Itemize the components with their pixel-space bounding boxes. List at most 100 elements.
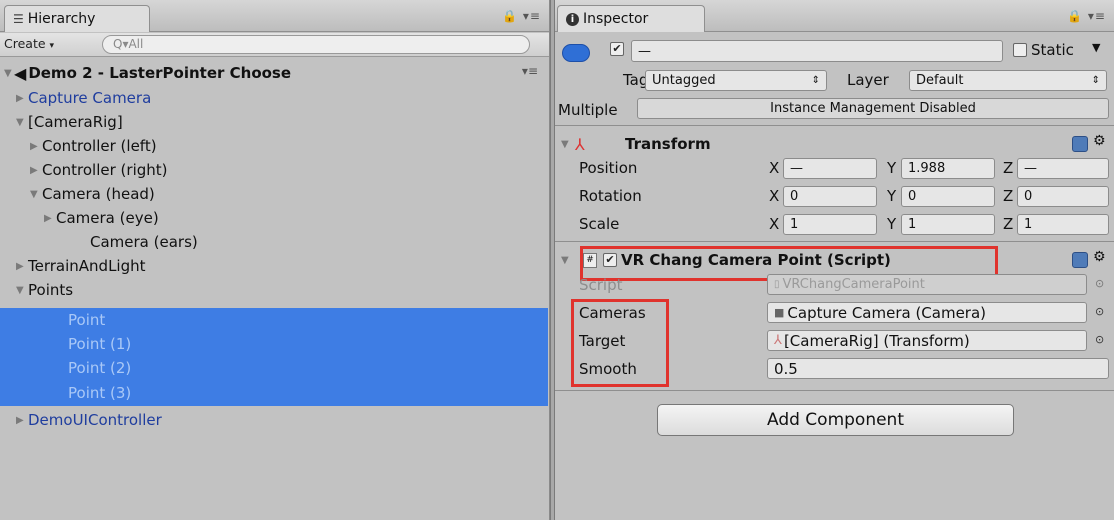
scale-label: Scale	[579, 215, 620, 233]
gear-icon[interactable]: ⚙	[1093, 133, 1106, 149]
object-picker-icon[interactable]: ⊙	[1095, 277, 1104, 290]
hierarchy-item-point-2[interactable]: Point (2)	[0, 356, 548, 380]
tag-dropdown[interactable]: Untagged ⇕	[645, 70, 827, 91]
hierarchy-item-point[interactable]: Point	[0, 308, 548, 332]
axis-x-label: X	[769, 187, 780, 205]
position-x-field[interactable]: —	[783, 158, 877, 179]
layer-dropdown[interactable]: Default ⇕	[909, 70, 1107, 91]
expand-arrow-icon[interactable]: ▶	[30, 165, 42, 176]
hierarchy-tab[interactable]: ☰ Hierarchy	[4, 5, 150, 32]
expand-arrow-icon[interactable]: ▼	[561, 139, 573, 150]
axis-x-label: X	[769, 159, 780, 177]
expand-arrow-icon[interactable]: ▼	[30, 189, 42, 200]
hierarchy-item-label: Camera (ears)	[90, 233, 198, 251]
create-dropdown[interactable]: Create ▾	[4, 36, 54, 51]
expand-arrow-icon[interactable]: ▼	[16, 117, 28, 128]
scale-y-field[interactable]: 1	[901, 214, 995, 235]
expand-arrow-icon[interactable]: ▶	[16, 261, 28, 272]
expand-arrow-icon[interactable]: ▶	[16, 415, 28, 426]
hierarchy-tab-bar: ☰ Hierarchy 🔒 ▾≡	[0, 0, 549, 32]
hierarchy-item-label: Controller (right)	[42, 161, 168, 179]
smooth-value: 0.5	[774, 359, 798, 378]
expand-arrow-icon[interactable]: ▶	[30, 141, 42, 152]
scale-x-field[interactable]: 1	[783, 214, 877, 235]
hierarchy-item-point-3[interactable]: Point (3)	[0, 380, 548, 406]
hierarchy-item-label: [CameraRig]	[28, 113, 123, 131]
panel-menu-icon[interactable]: 🔒 ▾≡	[502, 9, 541, 23]
axis-z-label: Z	[1003, 215, 1014, 233]
add-component-button[interactable]: Add Component	[657, 404, 1014, 436]
transform-icon: ⅄	[575, 134, 585, 154]
script-field: ▯ VRChangCameraPoint	[767, 274, 1087, 295]
transform-title: Transform	[625, 135, 711, 153]
position-z-field[interactable]: —	[1017, 158, 1109, 179]
cameras-field[interactable]: ■ Capture Camera (Camera)	[767, 302, 1087, 323]
expand-arrow-icon[interactable]: ▼	[561, 255, 573, 266]
hierarchy-item-terrainandlight[interactable]: ▶ TerrainAndLight	[0, 254, 548, 278]
chevron-down-icon: ▾	[49, 41, 55, 51]
chevron-down-icon[interactable]: ▼	[1092, 41, 1100, 54]
hierarchy-item-capture-camera[interactable]: ▶ Capture Camera	[0, 86, 548, 110]
info-icon: i	[566, 12, 579, 26]
search-input[interactable]: Q▾All	[102, 35, 530, 54]
scene-menu-icon[interactable]: ▾≡	[522, 64, 538, 78]
smooth-field[interactable]: 0.5	[767, 358, 1109, 379]
transform-header[interactable]: ▼ ⅄ Transform ⚙	[555, 130, 1114, 158]
hierarchy-item-label: Camera (head)	[42, 185, 155, 203]
tag-value: Untagged	[652, 73, 716, 88]
hierarchy-item-label: Point (2)	[68, 359, 132, 377]
instance-management-button[interactable]: Instance Management Disabled	[637, 98, 1109, 119]
add-component-label: Add Component	[766, 410, 904, 430]
expand-arrow-icon[interactable]: ▶	[16, 93, 28, 104]
hierarchy-item-camera-head[interactable]: ▼ Camera (head)	[0, 182, 548, 206]
position-label: Position	[579, 159, 638, 177]
instance-management-label: Instance Management Disabled	[770, 101, 976, 116]
multiple-label: Multiple	[558, 101, 618, 119]
unity-scene-icon: ◀	[14, 63, 27, 83]
create-label: Create	[4, 36, 46, 51]
rotation-x-field[interactable]: 0	[783, 186, 877, 207]
script-file-icon: ▯	[774, 279, 780, 290]
hierarchy-item-camerarig[interactable]: ▼ [CameraRig]	[0, 110, 548, 134]
inspector-tab[interactable]: i Inspector	[557, 5, 705, 32]
target-value: [CameraRig] (Transform)	[783, 331, 970, 350]
object-picker-icon[interactable]: ⊙	[1095, 305, 1104, 318]
name-field[interactable]: —	[631, 40, 1003, 62]
gear-icon[interactable]: ⚙	[1093, 249, 1106, 265]
object-picker-icon[interactable]: ⊙	[1095, 333, 1104, 346]
axis-y-label: Y	[887, 215, 897, 233]
help-icon[interactable]	[1072, 136, 1088, 152]
hierarchy-item-point-1[interactable]: Point (1)	[0, 332, 548, 356]
active-checkbox[interactable]: ✔	[610, 42, 624, 56]
rotation-y-field[interactable]: 0	[901, 186, 995, 207]
target-field[interactable]: ⅄ [CameraRig] (Transform)	[767, 330, 1087, 351]
hierarchy-panel: ☰ Hierarchy 🔒 ▾≡ Create ▾ Q▾All ▼ ◀ Demo…	[0, 0, 550, 520]
hierarchy-item-points[interactable]: ▼ Points	[0, 278, 548, 302]
expand-arrow-icon[interactable]: ▼	[4, 68, 14, 79]
position-z-value: —	[1024, 161, 1037, 176]
position-y-field[interactable]: 1.988	[901, 158, 995, 179]
divider	[555, 241, 1114, 242]
rotation-y-value: 0	[908, 189, 917, 204]
scale-y-value: 1	[908, 217, 917, 232]
hierarchy-item-demouicontroller[interactable]: ▶ DemoUIController	[0, 408, 548, 432]
static-checkbox[interactable]	[1013, 43, 1027, 57]
help-icon[interactable]	[1072, 252, 1088, 268]
highlight-box-fields	[571, 299, 669, 387]
axis-y-label: Y	[887, 159, 897, 177]
hierarchy-item-controller-left[interactable]: ▶ Controller (left)	[0, 134, 548, 158]
expand-arrow-icon[interactable]: ▼	[16, 285, 28, 296]
expand-arrow-icon[interactable]: ▶	[44, 213, 56, 224]
rotation-z-value: 0	[1024, 189, 1033, 204]
position-y-value: 1.988	[908, 161, 946, 176]
rotation-z-field[interactable]: 0	[1017, 186, 1109, 207]
hierarchy-item-controller-right[interactable]: ▶ Controller (right)	[0, 158, 548, 182]
panel-menu-icon[interactable]: 🔒 ▾≡	[1067, 9, 1106, 23]
scale-z-field[interactable]: 1	[1017, 214, 1109, 235]
script-value: VRChangCameraPoint	[782, 277, 925, 292]
hierarchy-item-camera-ears[interactable]: Camera (ears)	[0, 230, 548, 254]
hierarchy-item-label: Point (1)	[68, 335, 132, 353]
transform-icon: ⅄	[774, 333, 782, 348]
scene-header[interactable]: ▼ ◀ Demo 2 - LasterPointer Choose ▾≡	[0, 60, 548, 86]
hierarchy-item-camera-eye[interactable]: ▶ Camera (eye)	[0, 206, 548, 230]
